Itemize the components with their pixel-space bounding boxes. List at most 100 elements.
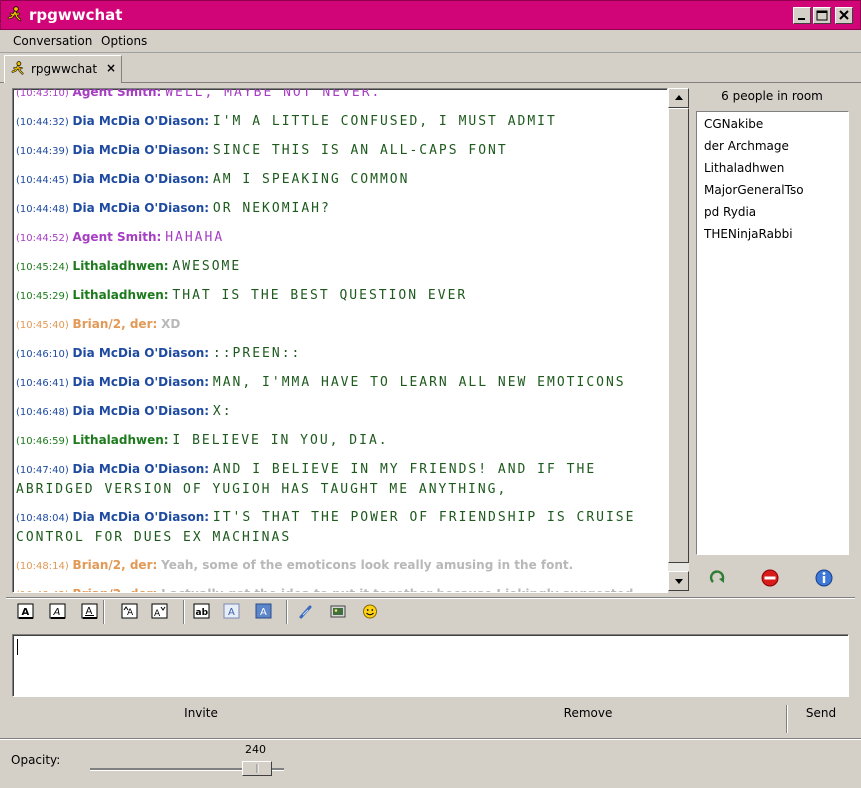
message-sender[interactable]: Dia McDia O'Diason: [73,201,210,215]
italic-icon[interactable]: A [48,602,68,622]
message-timestamp: (10:46:41) [16,378,69,389]
message-sender[interactable]: Dia McDia O'Diason: [73,510,210,524]
user-list[interactable]: CGNakibe der Archmage Lithaladhwen Major… [696,111,849,555]
message-text: WELL, MAYBE NOT NEVER. [165,88,382,100]
message-sender[interactable]: Brian/2, der: [73,317,158,331]
font-larger-icon[interactable]: A [120,602,140,622]
chat-message: (10:46:48) Dia McDia O'Diason: X: [16,402,664,422]
scroll-thumb[interactable] [668,108,689,563]
tab-label: rpgwwchat [31,62,98,76]
maximize-icon [816,10,828,21]
message-sender[interactable]: Dia McDia O'Diason: [73,172,210,186]
scroll-down-button[interactable] [668,571,689,591]
message-sender[interactable]: Dia McDia O'Diason: [73,114,210,128]
message-sender[interactable]: Dia McDia O'Diason: [73,462,210,476]
message-timestamp: (10:43:10) [16,88,69,99]
arrow-down-icon [675,579,683,584]
message-text: OR NEKOMIAH? [212,201,331,216]
font-smaller-icon[interactable]: A [150,602,170,622]
message-sender[interactable]: Lithaladhwen: [73,288,169,302]
toolbar-separator [103,600,105,624]
message-timestamp: (10:47:40) [16,465,69,476]
title-bar[interactable]: rpgwwchat [0,0,861,30]
tab-rpgwwchat[interactable]: rpgwwchat × [4,55,122,83]
send-button[interactable]: Send [796,706,846,720]
message-sender[interactable]: Agent Smith: [73,230,162,244]
bold-icon[interactable]: A [16,602,36,622]
message-timestamp: (10:46:59) [16,436,69,447]
refresh-icon[interactable] [707,567,729,589]
message-sender[interactable]: Agent Smith: [73,89,162,99]
user-list-item[interactable]: MajorGeneralTso [704,183,804,197]
message-timestamp: (10:46:48) [16,407,69,418]
opacity-slider-thumb[interactable] [242,761,272,776]
info-icon[interactable] [813,567,835,589]
user-list-item[interactable]: der Archmage [704,139,789,153]
chat-log[interactable]: (10:43:10) Agent Smith: WELL, MAYBE NOT … [12,88,668,593]
chat-message: (10:46:10) Dia McDia O'Diason: ::PREEN:: [16,344,664,364]
aim-running-man-icon [11,61,24,75]
underline-icon[interactable]: A [80,602,100,622]
smiley-icon[interactable] [360,602,380,622]
svg-text:A: A [154,609,161,619]
user-list-item[interactable]: CGNakibe [704,117,763,131]
chat-message: (10:47:40) Dia McDia O'Diason: AND I BEL… [16,460,664,499]
menu-options[interactable]: Options [101,34,147,48]
message-sender[interactable]: Brian/2, der: [73,558,158,572]
svg-text:A: A [260,607,267,618]
chat-message: (10:44:32) Dia McDia O'Diason: I'M A LIT… [16,112,664,132]
toolbar-separator [286,600,288,624]
user-list-item[interactable]: pd Rydia [704,205,756,219]
link-icon[interactable] [296,602,316,622]
button-separator [786,705,788,733]
scroll-up-button[interactable] [668,88,689,108]
message-sender[interactable]: Dia McDia O'Diason: [73,143,210,157]
maximize-button[interactable] [813,7,831,24]
menu-conversation-label: Conversation [13,34,93,48]
message-sender[interactable]: Dia McDia O'Diason: [73,375,210,389]
chat-message: (10:44:48) Dia McDia O'Diason: OR NEKOMI… [16,199,664,219]
menu-conversation[interactable]: Conversation [13,34,92,48]
font-face-icon[interactable]: ab [192,602,212,622]
chat-scrollbar[interactable] [668,88,689,591]
close-icon [839,10,849,20]
background-color-icon[interactable]: A [254,602,274,622]
divider [6,597,855,599]
message-sender[interactable]: Lithaladhwen: [73,433,169,447]
chat-message: (10:44:52) Agent Smith: HAHAHA [16,228,664,248]
chat-message: (10:45:40) Brian/2, der: XD [16,315,664,335]
toolbar-separator [183,600,185,624]
message-timestamp: (10:44:32) [16,117,69,128]
arrow-up-icon [675,95,683,100]
grip-icon [256,764,259,773]
chat-message: (10:48:14) Brian/2, der: Yeah, some of t… [16,556,664,576]
invite-button[interactable]: Invite [170,706,232,720]
svg-text:A: A [22,607,30,618]
message-sender[interactable]: Dia McDia O'Diason: [73,404,210,418]
user-list-item[interactable]: Lithaladhwen [704,161,784,175]
menu-options-label: Options [101,34,148,48]
message-list: (10:43:10) Agent Smith: WELL, MAYBE NOT … [16,88,664,592]
message-text: HAHAHA [165,230,225,245]
close-window-button[interactable] [835,7,853,24]
message-timestamp: (10:48:04) [16,513,69,524]
text-color-icon[interactable]: A [222,602,242,622]
message-timestamp: (10:45:40) [16,320,69,331]
message-text: I'M A LITTLE CONFUSED, I MUST ADMIT [212,114,557,129]
window-title: rpgwwchat [29,6,123,24]
message-sender[interactable]: Dia McDia O'Diason: [73,346,210,360]
message-input[interactable] [12,634,849,697]
image-icon[interactable] [328,602,348,622]
chat-message: (10:44:45) Dia McDia O'Diason: AM I SPEA… [16,170,664,190]
message-text: MAN, I'MMA HAVE TO LEARN ALL NEW EMOTICO… [212,375,626,390]
svg-text:A: A [228,607,235,618]
block-icon[interactable] [759,567,781,589]
message-sender[interactable]: Brian/2, der: [73,587,158,592]
remove-button[interactable]: Remove [555,706,621,720]
chat-window: rpgwwchat Conversation Options rpgwwchat… [0,0,861,788]
tab-close-icon[interactable]: × [106,61,116,75]
text-caret [17,639,18,655]
message-sender[interactable]: Lithaladhwen: [73,259,169,273]
minimize-button[interactable] [793,7,811,24]
user-list-item[interactable]: THENinjaRabbi [704,227,793,241]
